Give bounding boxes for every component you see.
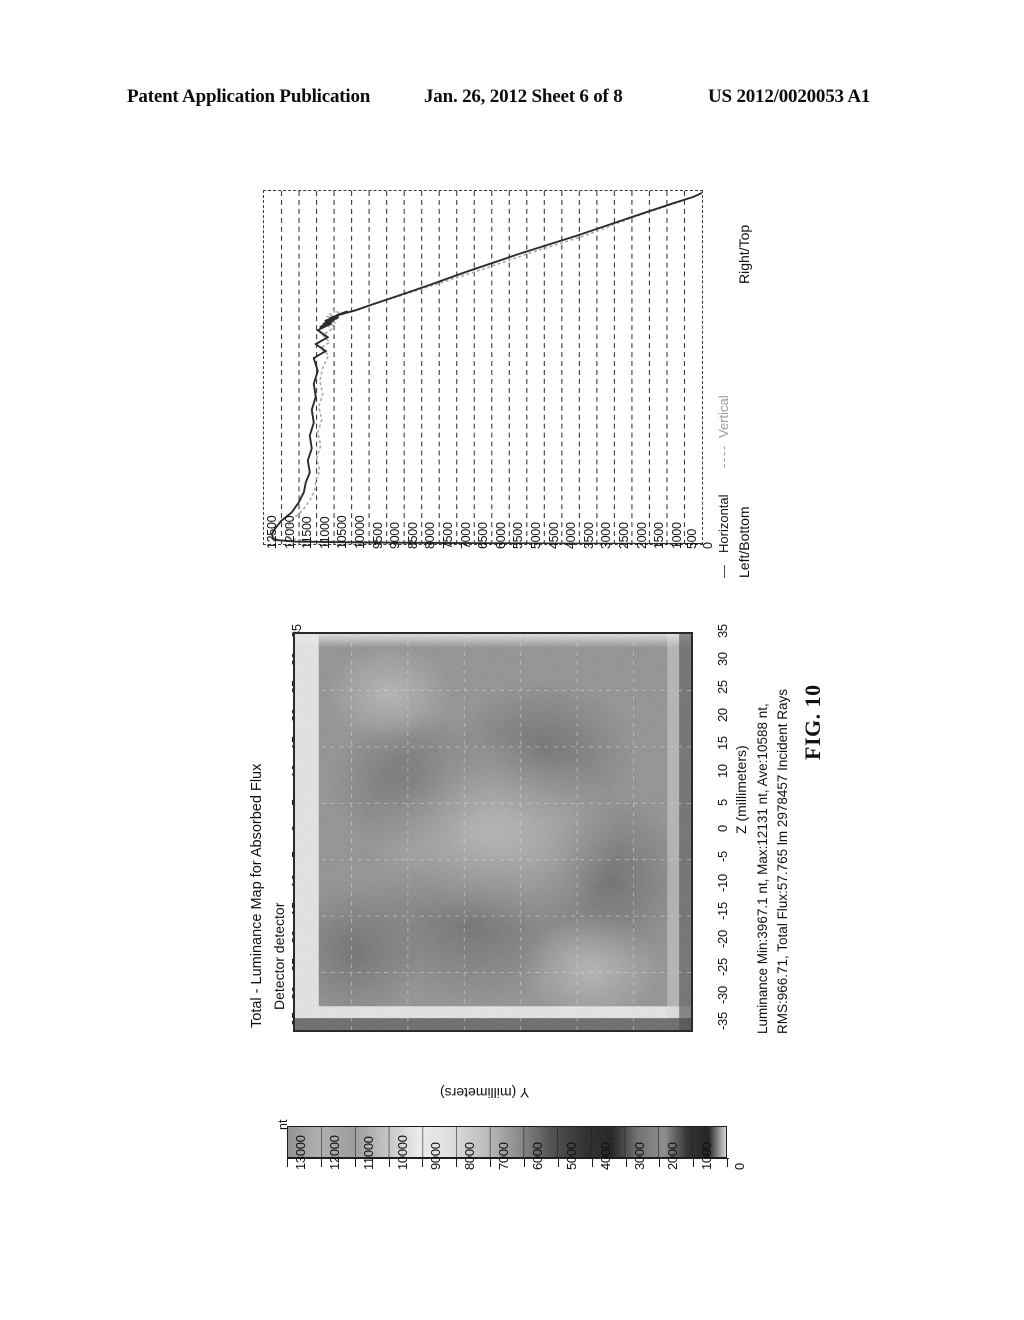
map-x-axis-label: Z (millimeters)	[733, 745, 749, 834]
legend-label-vertical: Vertical	[716, 395, 731, 438]
series-horizontal	[270, 192, 702, 544]
z-tick-right: -25	[715, 958, 730, 976]
ytick: 10000	[353, 515, 367, 549]
map-stats-and-axis-label: Z (millimeters) Luminance Min:3967.1 nt,…	[725, 689, 790, 1044]
map-stats-line-1: Luminance Min:3967.1 nt, Max:12131 nt, A…	[755, 703, 770, 1034]
colorbar-tick: 6000	[529, 1142, 545, 1170]
z-tick-right: 30	[715, 652, 730, 666]
ytick: 8000	[423, 522, 438, 549]
ytick: 6500	[476, 522, 491, 549]
cross-section-y-ticks: 12500 12000 11500 11000 10500 10000 9500…	[255, 516, 715, 593]
colorbar-tick: 8000	[462, 1142, 478, 1170]
ytick: 12500	[265, 515, 279, 549]
map-y-axis-label: Y (millimeters)	[440, 1085, 530, 1101]
z-tick-right: 35	[715, 624, 730, 638]
z-tick-right: -10	[715, 874, 730, 892]
ytick: 9500	[370, 522, 385, 549]
ytick: 11000	[317, 516, 332, 549]
ytick: 5500	[511, 522, 526, 549]
ytick: 7000	[458, 522, 473, 549]
z-tick-right: -20	[715, 930, 730, 948]
map-axis-z-left: 35 30 25 20 15 10 5 0 -5 -10 -15 -20 -25…	[273, 610, 304, 1034]
colorbar-tick: 10000	[394, 1135, 410, 1170]
colorbar-tick: 9000	[428, 1142, 444, 1170]
page-header: Patent Application Publication Jan. 26, …	[0, 86, 1024, 112]
z-tick-right: 20	[715, 708, 730, 722]
colorbar-tick: 3000	[631, 1142, 647, 1170]
ytick: 6000	[493, 522, 508, 549]
cross-section-chart: 12500 12000 11500 11000 10500 10000 9500…	[255, 190, 715, 593]
ytick: 500	[685, 529, 699, 549]
ytick: 11500	[300, 516, 315, 549]
legend-swatch-solid: —	[716, 566, 731, 578]
ytick: 4500	[546, 522, 561, 549]
z-tick-right: -35	[715, 1012, 730, 1030]
figure-label: FIG. 10	[800, 684, 825, 760]
ytick: 7500	[441, 522, 455, 549]
colorbar-tick: 13000	[293, 1135, 308, 1170]
colorbar-tick: 0	[732, 1163, 747, 1170]
heatmap-svg	[295, 634, 691, 1030]
cross-section-legend: Right/Top Left/Bottom — Horizontal - - -…	[706, 200, 752, 580]
colorbar-tick: 5000	[563, 1142, 579, 1170]
ytick: 2500	[617, 522, 631, 549]
z-tick-right: 5	[715, 799, 730, 806]
ytick: 1500	[652, 522, 667, 549]
z-tick-right: -15	[715, 902, 730, 920]
luminance-heatmap	[293, 632, 693, 1032]
z-tick-right: 0	[715, 825, 730, 832]
z-tick-right: -30	[715, 986, 730, 1004]
ytick: 5000	[529, 522, 543, 549]
colorbar-tick: 7000	[496, 1142, 512, 1170]
ytick: 1000	[669, 522, 684, 549]
colorbar-legend: nt 13000 12000 11000 10000 9000 8000 700…	[270, 1100, 747, 1270]
ytick: 3000	[599, 522, 614, 549]
ytick: 12000	[282, 515, 297, 549]
header-date-sheet: Jan. 26, 2012 Sheet 6 of 8	[424, 86, 623, 107]
legend-label-horizontal: Horizontal	[716, 494, 731, 553]
gridlines	[280, 191, 686, 544]
patent-figure-page: Patent Application Publication Jan. 26, …	[0, 0, 1024, 1320]
colorbar-tick: 12000	[326, 1135, 342, 1170]
colorbar-tick: 11000	[360, 1136, 376, 1170]
axis-end-right-top: Right/Top	[736, 224, 752, 284]
header-publication-number: US 2012/0020053 A1	[708, 86, 871, 107]
luminance-map-block: Total - Luminance Map for Absorbed Flux …	[215, 610, 790, 1050]
ytick: 9000	[388, 522, 403, 549]
z-tick-right: -5	[715, 851, 730, 862]
map-stats-line-2: RMS:966.71, Total Flux:57.765 lm 2978457…	[775, 689, 790, 1034]
axis-end-left-bottom: Left/Bottom	[736, 506, 752, 578]
ytick: 8500	[405, 522, 420, 549]
map-axis-z-right: 35 30 25 20 15 10 5 0 -5 -10 -15 -20 -25…	[695, 610, 730, 1034]
ytick: 2000	[634, 522, 649, 549]
cross-section-svg	[270, 191, 702, 544]
colorbar-tick: 4000	[597, 1142, 613, 1170]
colorbar-tick: 2000	[665, 1142, 681, 1170]
z-tick-right: 25	[715, 680, 730, 694]
series-vertical	[285, 192, 702, 544]
header-publication-title: Patent Application Publication	[127, 86, 371, 107]
ytick: 4000	[564, 522, 579, 549]
map-title: Total - Luminance Map for Absorbed Flux	[249, 763, 265, 1028]
ytick: 10500	[335, 515, 350, 549]
z-tick-right: 15	[715, 736, 730, 750]
colorbar-tick: 1000	[699, 1142, 715, 1170]
ytick: 3500	[581, 522, 596, 549]
z-tick-right: 10	[715, 764, 730, 778]
legend-swatch-dashed: - - - -	[716, 446, 731, 468]
cross-section-plot-area	[263, 190, 703, 545]
